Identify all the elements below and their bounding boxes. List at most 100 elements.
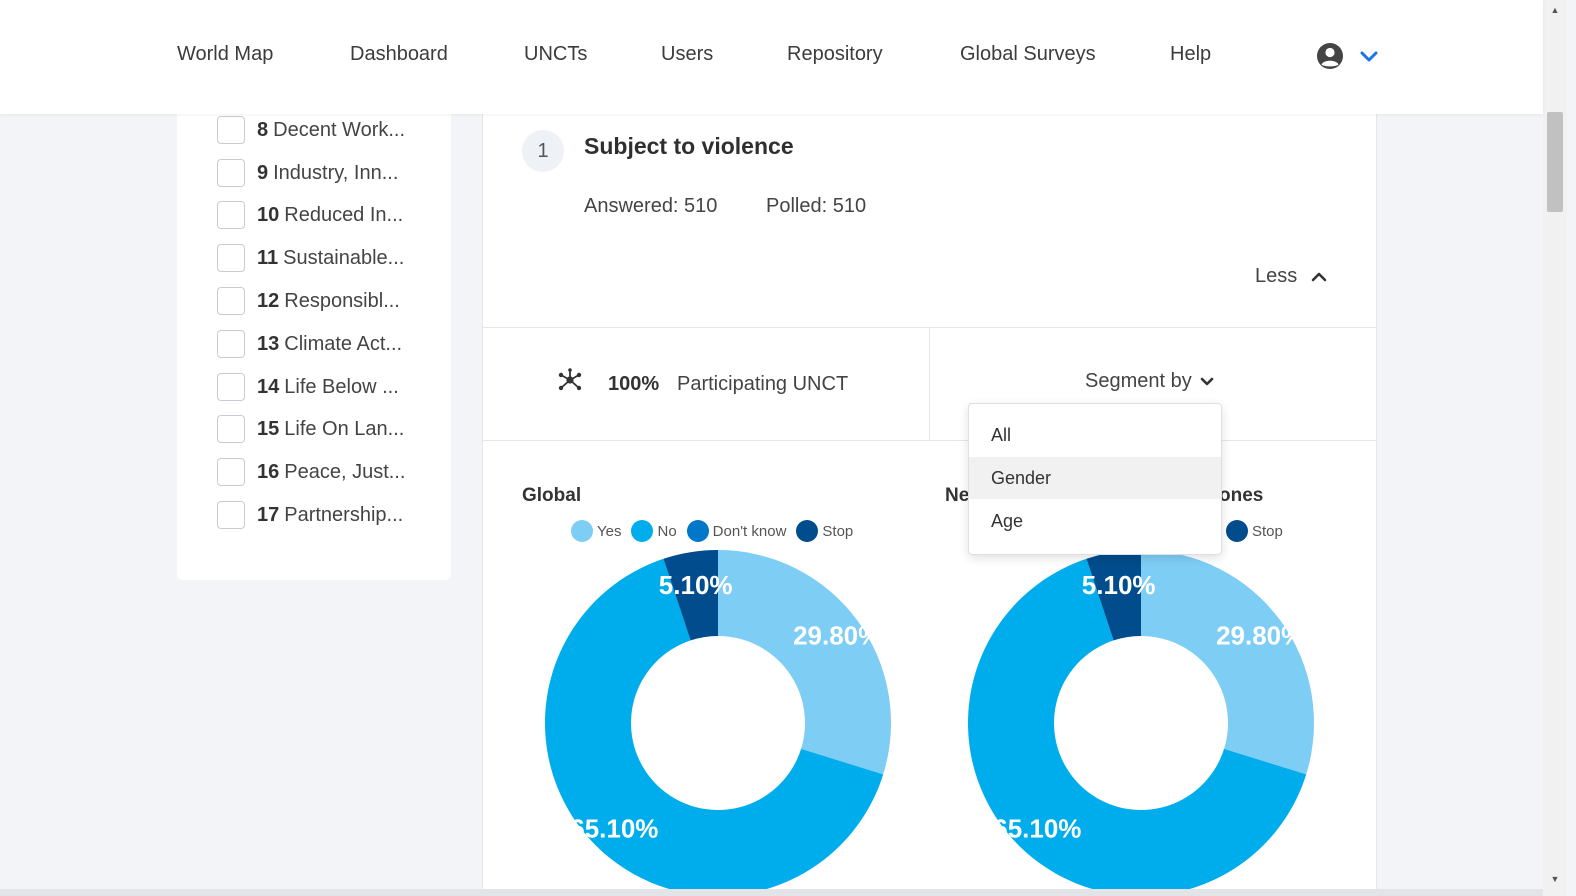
goal-number: 15 (257, 417, 280, 440)
goal-number: 13 (257, 332, 280, 355)
legend-item-dont-know[interactable]: Don't know (686, 520, 787, 542)
goal-filter-16[interactable]: 16 Peace, Just... (217, 456, 405, 488)
goal-number: 9 (257, 161, 269, 184)
segment-option-all[interactable]: All (969, 414, 1221, 456)
goal-label: Peace, Just... (284, 460, 406, 483)
donut-chart-second: 29.80% 65.10% 5.10% (968, 550, 1314, 896)
donut-label-no: 65.10% (993, 814, 1081, 844)
scroll-thumb[interactable] (1547, 112, 1563, 212)
goal-checkbox[interactable] (217, 201, 245, 229)
goal-checkbox[interactable] (217, 373, 245, 401)
goal-number: 12 (257, 289, 280, 312)
goal-label: Partnership... (284, 503, 404, 526)
chevron-down-icon[interactable] (1360, 50, 1378, 64)
divider (929, 327, 930, 440)
legend-swatch (796, 520, 819, 542)
polled-count: Polled: 510 (766, 195, 867, 217)
donut-label-no: 65.10% (570, 814, 658, 844)
goal-number: 14 (257, 375, 280, 398)
chevron-up-icon (1311, 272, 1327, 281)
goal-checkbox[interactable] (217, 458, 245, 486)
goal-filter-10[interactable]: 10 Reduced In... (217, 199, 403, 231)
goal-label: Industry, Inn... (273, 161, 399, 184)
goal-number: 11 (257, 246, 279, 269)
goal-checkbox[interactable] (217, 501, 245, 529)
window-bottom-edge (0, 889, 1543, 896)
segment-by-label: Segment by (1085, 370, 1192, 392)
goal-filter-11[interactable]: 11 Sustainable... (217, 242, 404, 274)
goal-label: Reduced In... (284, 203, 404, 226)
goal-checkbox[interactable] (217, 287, 245, 315)
question-title: Subject to violence (584, 133, 794, 159)
donut-label-stop: 5.10% (659, 570, 733, 600)
segment-option-age[interactable]: Age (969, 500, 1221, 542)
vertical-scrollbar[interactable]: ▲ ▼ (1543, 0, 1567, 896)
goal-label: Life On Lan... (284, 417, 405, 440)
user-circle-icon[interactable] (1316, 42, 1344, 70)
legend-swatch (686, 520, 709, 542)
goal-number: 17 (257, 503, 280, 526)
donut-slice-yes[interactable] (1141, 550, 1314, 775)
goal-checkbox[interactable] (217, 159, 245, 187)
goal-filter-15[interactable]: 15 Life On Lan... (217, 413, 404, 445)
scroll-up-icon[interactable]: ▲ (1543, 3, 1567, 17)
chart-title-left-fragment: Ne (945, 485, 970, 506)
donut-label-yes: 29.80% (793, 620, 881, 650)
nav-global-surveys[interactable]: Global Surveys (960, 43, 1096, 66)
legend-label: No (657, 522, 677, 540)
legend-item-no[interactable]: No (631, 520, 677, 542)
goal-number: 16 (257, 460, 280, 483)
chart-title-global: Global (522, 485, 582, 506)
goal-number: 8 (257, 118, 269, 141)
goal-label: Climate Act... (284, 332, 403, 355)
goal-filter-9[interactable]: 9 Industry, Inn... (217, 157, 398, 189)
legend-swatch (1226, 520, 1248, 542)
less-button[interactable]: Less (1255, 265, 1327, 288)
goal-checkbox[interactable] (217, 116, 245, 144)
chart-legend-global: Yes No Don't know Stop (571, 520, 863, 542)
goal-filter-8[interactable]: 8 Decent Work... (217, 114, 405, 146)
segment-dropdown-menu: All Gender Age (968, 403, 1222, 555)
goal-filter-14[interactable]: 14 Life Below ... (217, 371, 399, 403)
goal-checkbox[interactable] (217, 415, 245, 443)
goal-label: Decent Work... (273, 118, 406, 141)
nav-help[interactable]: Help (1170, 43, 1211, 66)
segment-by-button[interactable]: Segment by (1085, 370, 1214, 393)
network-icon (558, 368, 582, 391)
legend-item-yes[interactable]: Yes (571, 520, 621, 542)
goal-checkbox[interactable] (217, 330, 245, 358)
participation-label: Participating UNCT (677, 373, 849, 395)
nav-dashboard[interactable]: Dashboard (350, 43, 448, 66)
goal-filter-17[interactable]: 17 Partnership... (217, 499, 403, 531)
nav-uncts[interactable]: UNCTs (524, 43, 587, 66)
goal-label: Sustainable... (283, 246, 405, 269)
less-label: Less (1255, 265, 1298, 287)
chart-legend-second: Stop (1226, 520, 1293, 542)
sdg-filter-panel: 8 Decent Work... 9 Industry, Inn... 10 Redu… (177, 80, 451, 580)
legend-item-stop[interactable]: Stop (1226, 520, 1283, 542)
legend-label: Stop (1252, 522, 1283, 540)
legend-swatch (631, 520, 654, 542)
legend-item-stop[interactable]: Stop (796, 520, 853, 542)
legend-label: Don't know (712, 522, 787, 540)
answered-count: Answered: 510 (584, 195, 718, 217)
nav-world-map[interactable]: World Map (177, 43, 273, 66)
donut-label-yes: 29.80% (1216, 620, 1304, 650)
goal-label: Responsibl... (284, 289, 400, 312)
goal-checkbox[interactable] (217, 244, 245, 272)
scroll-down-icon[interactable]: ▼ (1543, 872, 1567, 886)
donut-label-stop: 5.10% (1082, 570, 1156, 600)
legend-label: Yes (597, 522, 622, 540)
divider (483, 440, 1376, 441)
goal-filter-13[interactable]: 13 Climate Act... (217, 328, 402, 360)
question-card: 1 Subject to violence Answered: 510 Poll… (482, 80, 1377, 896)
chevron-down-icon (1200, 377, 1214, 385)
segment-option-gender[interactable]: Gender (969, 457, 1221, 499)
nav-repository[interactable]: Repository (787, 43, 883, 66)
goal-filter-12[interactable]: 12 Responsibl... (217, 285, 400, 317)
donut-slice-yes[interactable] (718, 550, 891, 775)
donut-chart-global: 29.80% 65.10% 5.10% (545, 550, 891, 896)
top-navigation: World Map Dashboard UNCTs Users Reposito… (0, 0, 1543, 114)
legend-label: Stop (822, 522, 854, 540)
nav-users[interactable]: Users (661, 43, 713, 66)
